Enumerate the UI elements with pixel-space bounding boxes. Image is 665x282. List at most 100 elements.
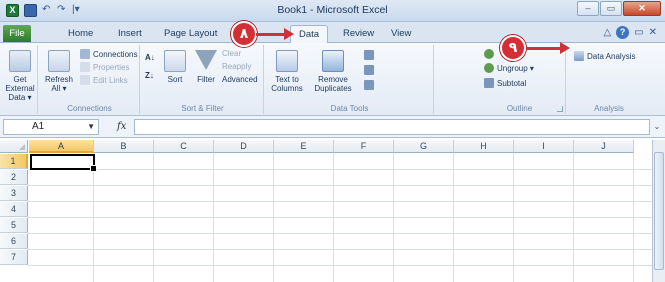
outline-launcher-icon[interactable] <box>557 106 563 112</box>
row-header-5[interactable]: 5 <box>0 218 28 233</box>
select-all-button[interactable] <box>0 140 28 153</box>
window-controls: – ▭ ✕ <box>577 1 661 16</box>
restore-window-icon[interactable]: ▭ <box>634 27 643 38</box>
data-analysis-icon <box>574 51 584 61</box>
get-external-data-button[interactable]: Get External Data ▾ <box>2 50 38 102</box>
column-header-g[interactable]: G <box>394 140 454 153</box>
clear-label: Clear <box>222 49 242 58</box>
help-icon[interactable]: ? <box>616 26 630 39</box>
connections-icon <box>80 49 90 59</box>
subtotal-button[interactable]: Subtotal <box>484 78 526 88</box>
consolidate-icon <box>364 65 374 75</box>
filter-button[interactable]: Filter <box>192 50 220 84</box>
column-header-e[interactable]: E <box>274 140 334 153</box>
consolidate-button[interactable] <box>364 65 374 75</box>
tab-home[interactable]: Home <box>60 25 101 42</box>
clear-button[interactable]: Clear <box>222 49 241 58</box>
advanced-button[interactable]: Advanced <box>222 75 258 84</box>
maximize-button[interactable]: ▭ <box>600 1 622 16</box>
gridline-horizontal <box>28 185 652 186</box>
step-9-arrow <box>526 47 562 50</box>
tab-file[interactable]: File <box>3 25 31 42</box>
step-8-arrowhead <box>284 28 294 40</box>
close-workbook-icon[interactable]: ✕ <box>649 27 657 38</box>
remove-duplicates-label-2: Duplicates <box>314 84 352 93</box>
refresh-all-button[interactable]: Refresh All ▾ <box>42 50 76 93</box>
row-header-7[interactable]: 7 <box>0 250 28 265</box>
row-header-6[interactable]: 6 <box>0 234 28 249</box>
group-icon <box>484 49 494 59</box>
connections-label: Connections <box>93 49 138 59</box>
data-analysis-button[interactable]: Data Analysis <box>574 51 635 61</box>
name-box[interactable]: A1 ▼ <box>3 119 99 135</box>
expand-formula-bar-icon[interactable]: ⌄ <box>652 119 662 135</box>
step-9-arrowhead <box>560 42 570 54</box>
vertical-scrollbar[interactable] <box>652 140 665 282</box>
tab-insert[interactable]: Insert <box>110 25 150 42</box>
active-cell-a1[interactable] <box>30 154 97 172</box>
row-header-2[interactable]: 2 <box>0 170 28 185</box>
insert-function-button[interactable]: fx <box>117 121 126 132</box>
gridline-horizontal <box>28 249 652 250</box>
properties-button[interactable]: Properties <box>80 62 129 72</box>
advanced-label: Advanced <box>222 75 258 84</box>
group-button[interactable] <box>484 49 494 59</box>
sort-z-a-button[interactable]: Z↓ <box>145 71 154 80</box>
get-external-label-2: Data ▾ <box>8 93 32 102</box>
column-header-b[interactable]: B <box>94 140 154 153</box>
formula-input[interactable] <box>134 119 650 135</box>
column-header-f[interactable]: F <box>334 140 394 153</box>
group-connections: Refresh All ▾ Connections Properties Edi… <box>40 45 140 114</box>
text-to-columns-icon <box>276 50 298 72</box>
connections-button[interactable]: Connections <box>80 49 137 59</box>
title-bar: X ↶ ↷ |▾ Book1 - Microsoft Excel – ▭ ✕ <box>0 0 665 22</box>
row-header-4[interactable]: 4 <box>0 202 28 217</box>
sort-a-z-button[interactable]: A↓ <box>145 53 155 62</box>
scrollbar-thumb[interactable] <box>654 152 664 270</box>
sort-icon <box>164 50 186 72</box>
tab-data[interactable]: Data <box>290 25 329 43</box>
analysis-group-label: Analysis <box>594 104 624 113</box>
step-9-callout: ٩ <box>500 35 526 61</box>
ungroup-icon <box>484 63 494 73</box>
worksheet-grid[interactable]: ABCDEFGHIJ 1234567 <box>0 140 665 282</box>
name-box-dropdown-icon[interactable]: ▼ <box>87 120 95 134</box>
row-header-1[interactable]: 1 <box>0 154 28 169</box>
reapply-button[interactable]: Reapply <box>222 62 251 71</box>
what-if-analysis-button[interactable] <box>364 80 374 90</box>
column-header-d[interactable]: D <box>214 140 274 153</box>
column-header-a[interactable]: A <box>29 140 94 153</box>
column-header-i[interactable]: I <box>514 140 574 153</box>
funnel-icon <box>195 50 217 70</box>
ribbon-right-controls: △ ? ▭ ✕ <box>603 26 657 39</box>
tab-review[interactable]: Review <box>335 25 382 42</box>
reapply-label: Reapply <box>222 62 252 71</box>
column-header-c[interactable]: C <box>154 140 214 153</box>
tab-view[interactable]: View <box>383 25 419 42</box>
refresh-label-2: All ▾ <box>51 84 67 93</box>
close-button[interactable]: ✕ <box>623 1 661 16</box>
edit-links-button[interactable]: Edit Links <box>80 75 128 85</box>
name-box-value: A1 <box>32 121 45 132</box>
column-header-j[interactable]: J <box>574 140 634 153</box>
text-to-columns-label-2: Columns <box>271 84 303 93</box>
properties-label: Properties <box>93 62 130 72</box>
get-external-label: Get External <box>5 75 35 93</box>
remove-duplicates-button[interactable]: Remove Duplicates <box>308 50 358 93</box>
refresh-label: Refresh <box>44 75 73 84</box>
sort-button[interactable]: Sort <box>160 50 190 84</box>
ribbon-minimize-icon[interactable]: △ <box>603 27 611 38</box>
column-header-h[interactable]: H <box>454 140 514 153</box>
minimize-button[interactable]: – <box>577 1 599 16</box>
group-sort-filter: A↓ Z↓ Sort Filter Clear Reapply Advanced… <box>142 45 264 114</box>
properties-icon <box>80 62 90 72</box>
ungroup-button[interactable]: Ungroup ▾ <box>484 63 534 73</box>
gridline-horizontal <box>28 169 652 170</box>
text-to-columns-button[interactable]: Text to Columns <box>266 50 308 93</box>
filter-label: Filter <box>197 75 215 84</box>
row-header-3[interactable]: 3 <box>0 186 28 201</box>
data-validation-icon <box>364 50 374 60</box>
gridline-horizontal <box>28 217 652 218</box>
data-validation-button[interactable] <box>364 50 374 60</box>
tab-page-layout[interactable]: Page Layout <box>156 25 225 42</box>
